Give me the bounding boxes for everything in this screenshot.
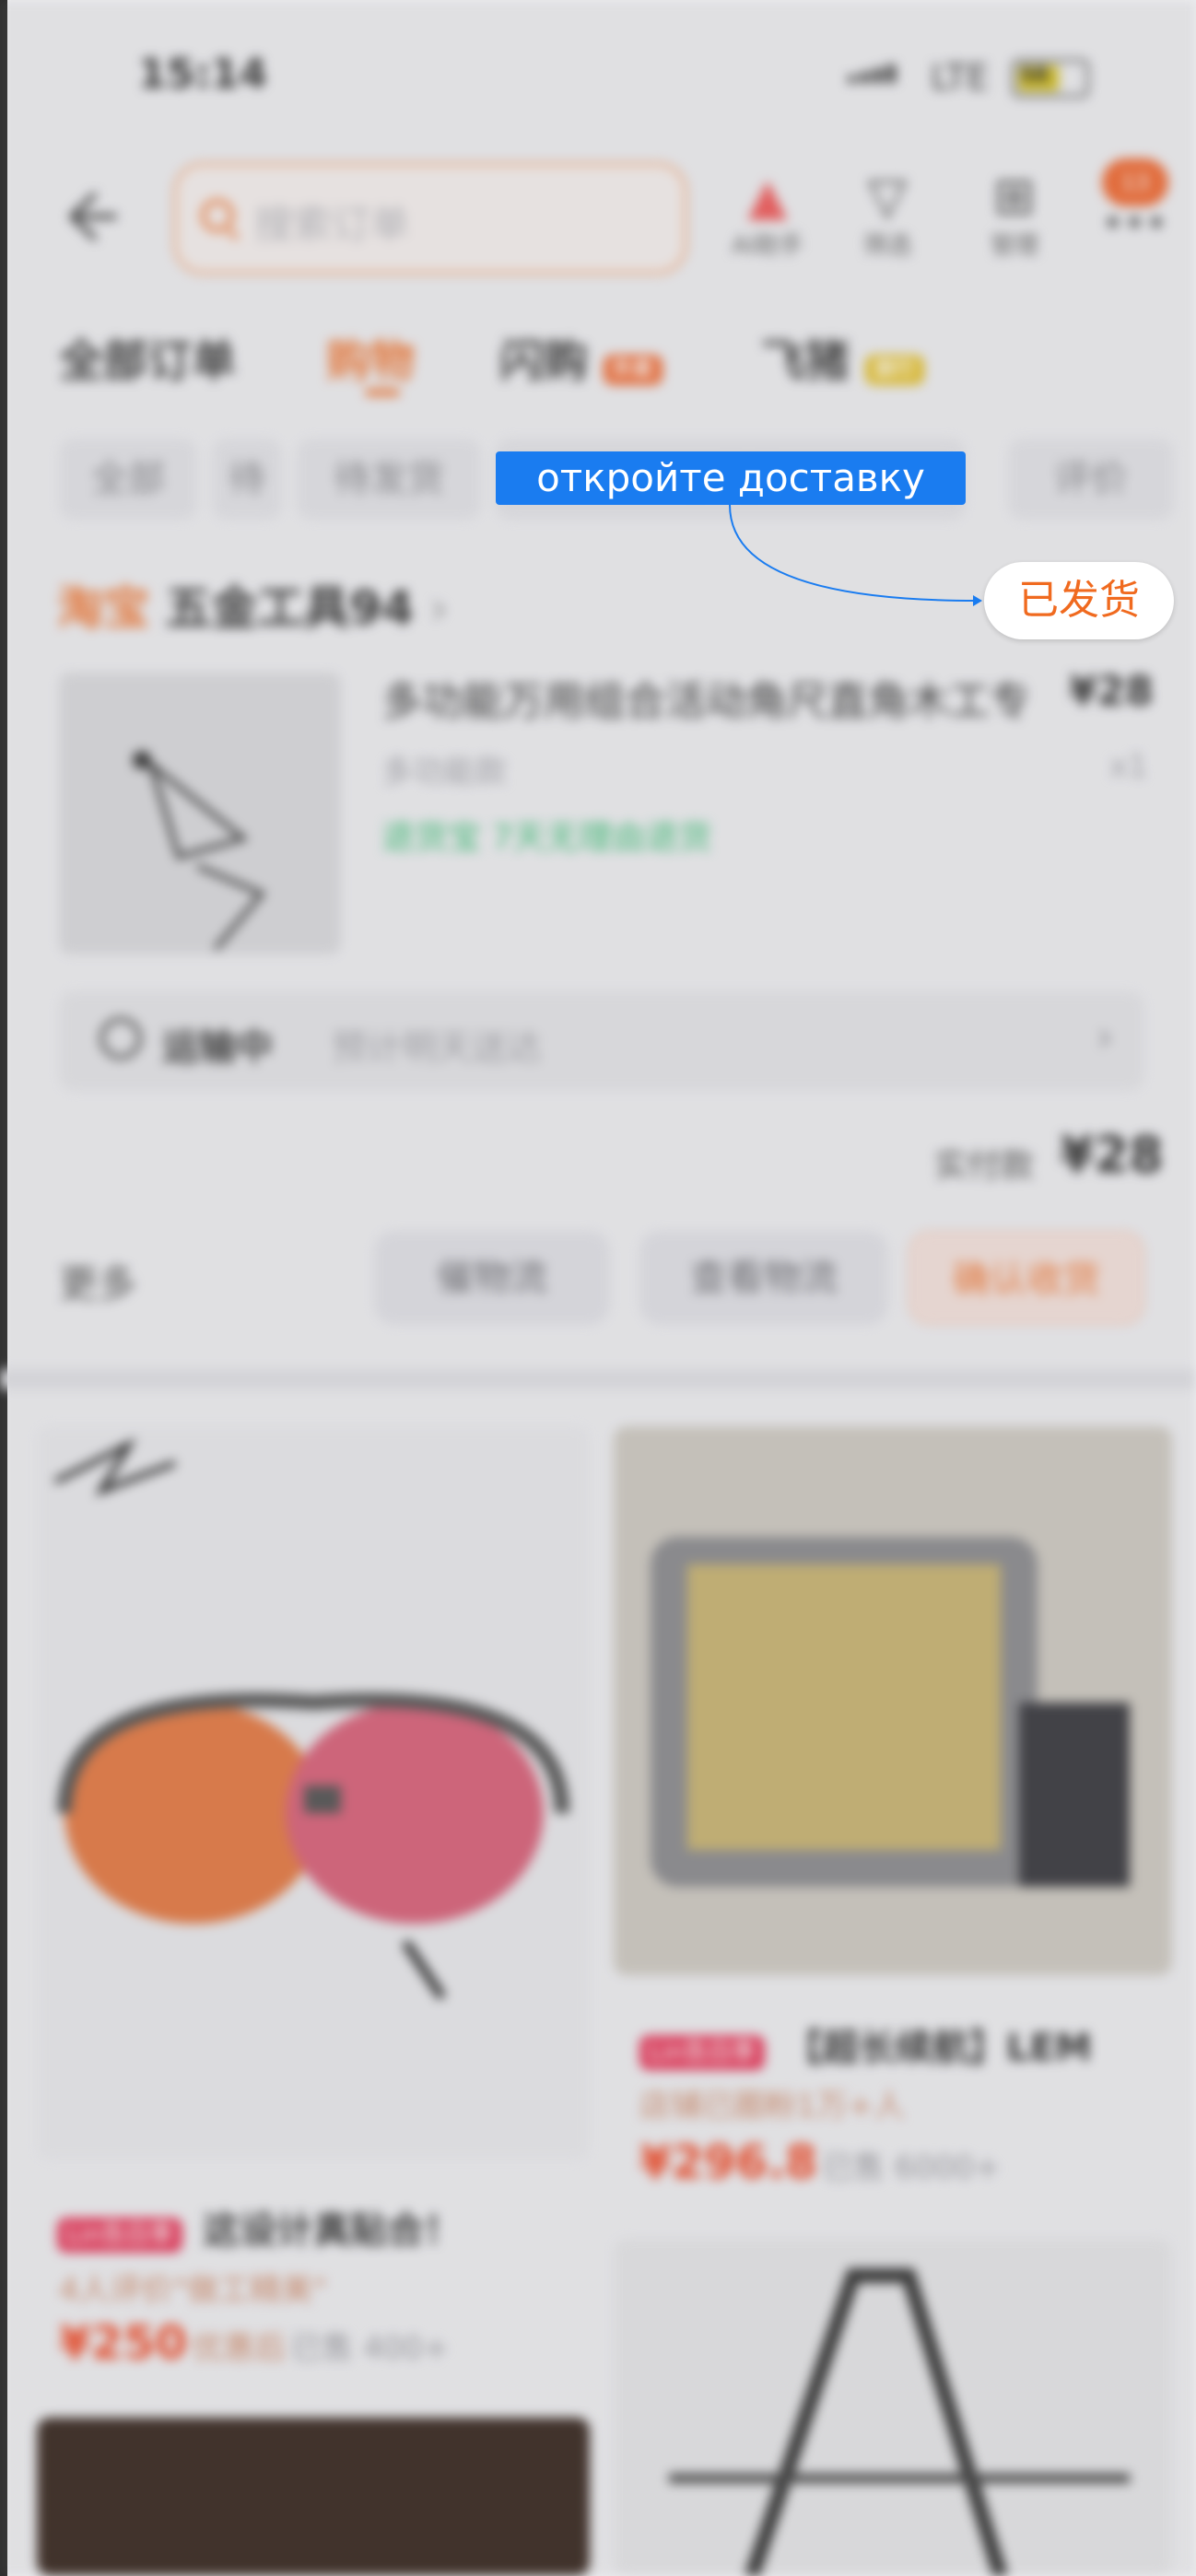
instruction-label: откройте доставку	[496, 451, 966, 505]
blurred-app-screen: 15:14 LTE 58 搜索订单 ▲ AI助手 ▽ 筛选 ⊞ 管理 ••• 1…	[0, 0, 1196, 2576]
shipped-target-button[interactable]: 已发货	[984, 562, 1174, 639]
dim-overlay	[0, 0, 1196, 2576]
